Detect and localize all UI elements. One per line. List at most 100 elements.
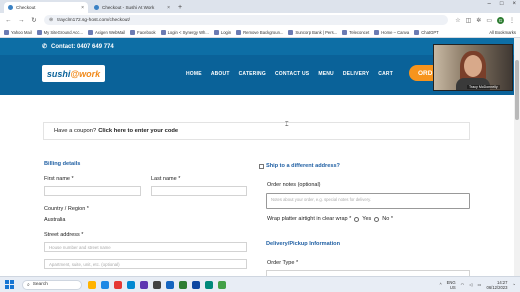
order-notes-textarea[interactable]: Notes about your order, e.g. special not… [266, 193, 470, 209]
minimize-icon[interactable]: – [488, 1, 491, 7]
url-input[interactable]: ⊜ trayclm172.sg-host.com/checkout/ [44, 15, 449, 25]
bookmark-item[interactable]: Axigen WebMail [87, 29, 126, 35]
bookmark-icon [414, 29, 420, 35]
last-name-input[interactable] [151, 186, 247, 196]
globe-icon [94, 5, 99, 10]
edge-icon[interactable] [101, 280, 109, 289]
taskbar-search-label: Search [32, 282, 48, 287]
file-explorer-icon[interactable] [88, 280, 96, 289]
tab-sushi-checkout[interactable]: Checkout - Sushi At Work × [90, 2, 174, 13]
bookmark-item[interactable]: Home – Canva [374, 29, 410, 35]
taskbar-search[interactable]: ⌕ Search [22, 279, 82, 290]
chevron-up-icon[interactable]: ^ [440, 282, 442, 287]
billing-details-title: Billing details [44, 161, 81, 167]
browser-tab-bar: Checkout × Checkout - Sushi At Work × + … [0, 0, 520, 13]
app-icon[interactable] [205, 280, 213, 289]
apartment-input[interactable]: Apartment, suite, unit, etc. (optional) [44, 259, 247, 269]
bookmark-label: Home – Canva [381, 29, 410, 35]
app-icon[interactable] [153, 280, 161, 289]
outlook-icon[interactable] [127, 280, 135, 289]
participant-face [464, 55, 482, 77]
wrap-yes-radio[interactable] [354, 216, 360, 222]
ship-different-checkbox[interactable] [259, 164, 264, 169]
all-bookmarks-button[interactable]: All Bookmarks [489, 30, 516, 35]
ship-different-label[interactable]: Ship to a different address? [266, 163, 340, 169]
word-icon[interactable] [166, 280, 174, 289]
wrap-platter-label: Wrap platter airtight in clear wrap * [267, 216, 352, 222]
nav-catering[interactable]: CATERING [239, 71, 266, 77]
bookmark-label: Teleconcet [349, 29, 370, 35]
participant-name: Tracy McDonnelly [467, 85, 500, 89]
back-icon[interactable]: ← [5, 17, 12, 24]
wrap-no-radio[interactable] [374, 216, 380, 222]
bookmark-item[interactable]: Login [213, 29, 232, 35]
coupon-link[interactable]: Click here to enter your code [98, 128, 178, 134]
search-icon: ⌕ [27, 282, 30, 288]
clock[interactable]: 14:27 06/12/2023 [487, 280, 508, 290]
page-scrollbar[interactable] [514, 38, 520, 276]
bookmark-item[interactable]: ChatGPT [414, 29, 439, 35]
nav-home[interactable]: HOME [186, 71, 202, 77]
nav-about[interactable]: ABOUT [211, 71, 230, 77]
forward-icon[interactable]: → [18, 17, 25, 24]
close-window-icon[interactable]: × [512, 1, 516, 7]
puzzle-icon[interactable]: ✲ [476, 17, 481, 24]
bookmark-item[interactable]: Facebook [130, 29, 156, 35]
nav-contact-us[interactable]: CONTACT US [275, 71, 309, 77]
bookmark-item[interactable]: Teleconcet [342, 29, 370, 35]
nav-cart[interactable]: CART [378, 71, 393, 77]
bookmark-icon [236, 29, 242, 35]
reload-icon[interactable]: ↻ [31, 16, 37, 24]
excel-icon[interactable] [179, 280, 187, 289]
tab-title: Checkout - Sushi At Work [102, 5, 155, 10]
chrome-icon[interactable] [114, 280, 122, 289]
bookmark-item[interactable]: Yahoo Mail [4, 29, 32, 35]
menu-icon[interactable]: ⋮ [509, 17, 515, 24]
bookmark-star-icon[interactable]: ☆ [455, 17, 460, 24]
tab-checkout[interactable]: Checkout × [4, 2, 88, 13]
close-tab-icon[interactable]: × [81, 5, 84, 11]
app-icon[interactable] [218, 280, 226, 289]
battery-icon[interactable]: ▭ [478, 282, 482, 287]
video-call-overlay[interactable]: Tracy McDonnelly [433, 44, 513, 91]
bookmark-item[interactable]: Suncorp Bank | Pers... [288, 29, 337, 35]
bookmark-icon [4, 29, 9, 35]
close-tab-icon[interactable]: × [167, 5, 170, 11]
url-text: trayclm172.sg-host.com/checkout/ [57, 17, 130, 23]
extension-icon[interactable]: ◫ [466, 17, 472, 24]
first-name-input[interactable] [44, 186, 141, 196]
bookmark-item[interactable]: My SiteGround Acc... [36, 29, 83, 35]
bookmark-item[interactable]: Remove Backgroun... [236, 29, 284, 35]
bookmark-label: Remove Backgroun... [243, 29, 284, 35]
main-nav: HOME ABOUT CATERING CONTACT US MENU DELI… [186, 71, 393, 77]
bookmark-label: ChatGPT [421, 29, 439, 35]
bookmark-label: Axigen WebMail [94, 29, 126, 35]
country-value: Australia [44, 217, 66, 223]
teams-icon[interactable] [140, 280, 148, 289]
extension-icons: ☆ ◫ ✲ ▭ G ⋮ [455, 16, 515, 24]
street-address-input[interactable]: House number and street name [44, 242, 247, 252]
logo-text-work: @work [70, 68, 101, 79]
contact-phone[interactable]: Contact: 0407 649 774 [51, 44, 114, 50]
language-indicator[interactable]: ENG US [447, 280, 456, 290]
scrollbar-thumb[interactable] [515, 60, 519, 120]
windows-start-icon[interactable] [5, 280, 14, 289]
zoom-icon[interactable] [192, 280, 200, 289]
bookmark-item[interactable]: Login < Synergy Wh... [160, 29, 209, 35]
new-tab-button[interactable]: + [178, 2, 182, 13]
bookmark-icon [374, 29, 380, 35]
site-logo[interactable]: sushi @work [42, 65, 105, 82]
site-info-icon[interactable]: ⊜ [49, 17, 53, 23]
address-bar-row: ← → ↻ ⊜ trayclm172.sg-host.com/checkout/… [0, 13, 520, 27]
wifi-icon[interactable]: ◠ [461, 282, 465, 287]
bookmark-label: Login [220, 29, 232, 35]
maximize-icon[interactable]: □ [500, 1, 504, 7]
nav-delivery[interactable]: DELIVERY [343, 71, 369, 77]
sidebar-icon[interactable]: ▭ [486, 17, 492, 24]
windows-taskbar: ⌕ Search ^ ENG US ◠ ◁ ▭ 14:27 06/12/2023… [0, 276, 520, 292]
profile-avatar[interactable]: G [497, 16, 504, 24]
volume-icon[interactable]: ◁ [469, 282, 472, 287]
nav-menu[interactable]: MENU [318, 71, 334, 77]
notification-bell-icon[interactable]: ◔ [512, 282, 515, 287]
last-name-label: Last name * [151, 176, 181, 182]
